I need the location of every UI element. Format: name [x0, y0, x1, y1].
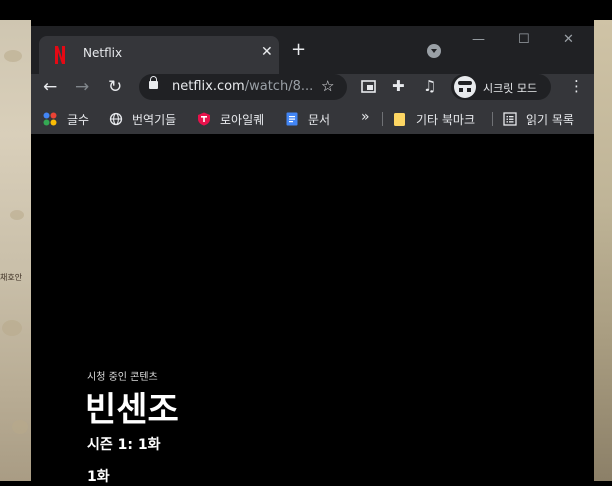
- title-bar: Netflix ✕ + — ☐ ✕: [31, 26, 594, 74]
- bookmark-item-3[interactable]: 로아일퀘: [220, 111, 264, 128]
- close-tab-icon[interactable]: ✕: [261, 44, 273, 60]
- map-label: 채호안: [0, 273, 23, 282]
- minimize-icon[interactable]: —: [472, 32, 485, 47]
- picture-in-picture-icon[interactable]: [361, 80, 376, 93]
- now-watching-label: 시청 중인 콘텐츠: [87, 372, 158, 383]
- bookmarks-overflow-icon[interactable]: »: [361, 109, 370, 125]
- bookmarks-bar: 글수 번역기들 로아일퀘 문서 » 기타 북마크 읽기 목록: [31, 102, 594, 134]
- reading-list[interactable]: 읽기 목록: [526, 111, 574, 128]
- new-tab-icon[interactable]: +: [291, 39, 306, 60]
- docs-icon: [286, 112, 298, 126]
- url-text: netflix.com/watch/8...: [172, 79, 314, 94]
- maximize-icon[interactable]: ☐: [518, 32, 530, 47]
- media-queue-icon[interactable]: ♫: [423, 77, 436, 95]
- shield-icon: [198, 112, 210, 126]
- bookmark-separator: [382, 112, 383, 126]
- globe-icon: [109, 112, 123, 126]
- reading-list-icon: [503, 112, 517, 126]
- menu-icon[interactable]: ⋮: [569, 77, 584, 95]
- bookmark-separator: [492, 112, 493, 126]
- incognito-label: 시크릿 모드: [483, 82, 538, 95]
- tab-netflix[interactable]: Netflix ✕: [39, 36, 279, 74]
- apps-icon: [43, 112, 57, 126]
- netflix-logo-icon: [55, 46, 65, 64]
- forward-icon[interactable]: →: [75, 77, 89, 97]
- lock-icon[interactable]: [149, 76, 158, 89]
- incognito-icon: [454, 76, 476, 98]
- other-bookmarks[interactable]: 기타 북마크: [416, 111, 475, 128]
- video-player[interactable]: 시청 중인 콘텐츠 빈센조 시즌 1: 1화 1화: [31, 134, 594, 485]
- show-title: 빈센조: [85, 390, 179, 430]
- folder-icon: [394, 113, 405, 126]
- tab-title: Netflix: [83, 46, 123, 60]
- bookmark-item-2[interactable]: 번역기들: [132, 111, 176, 128]
- desktop-wallpaper-right: [594, 20, 612, 481]
- tab-search-icon[interactable]: [427, 44, 441, 58]
- reload-icon[interactable]: ↻: [108, 77, 122, 97]
- bookmark-star-icon[interactable]: ☆: [321, 77, 334, 95]
- address-bar[interactable]: netflix.com/watch/8... ☆: [139, 74, 347, 100]
- desktop-top-strip: [0, 0, 612, 26]
- extensions-icon[interactable]: ✚: [392, 77, 405, 95]
- window-close-icon[interactable]: ✕: [563, 32, 574, 47]
- bookmark-item-4[interactable]: 문서: [308, 111, 330, 128]
- season-episode: 시즌 1: 1화: [87, 437, 161, 453]
- bookmark-item-1[interactable]: 글수: [67, 111, 89, 128]
- episode-title: 1화: [87, 469, 110, 485]
- toolbar: ← → ↻ netflix.com/watch/8... ☆ ✚ ♫ 시크릿 모…: [31, 74, 594, 102]
- browser-window: Netflix ✕ + — ☐ ✕ ← → ↻ netflix.com/watc…: [31, 26, 594, 485]
- incognito-profile-button[interactable]: 시크릿 모드: [451, 74, 551, 100]
- desktop-wallpaper-left: 채호안: [0, 20, 31, 481]
- back-icon[interactable]: ←: [43, 77, 57, 97]
